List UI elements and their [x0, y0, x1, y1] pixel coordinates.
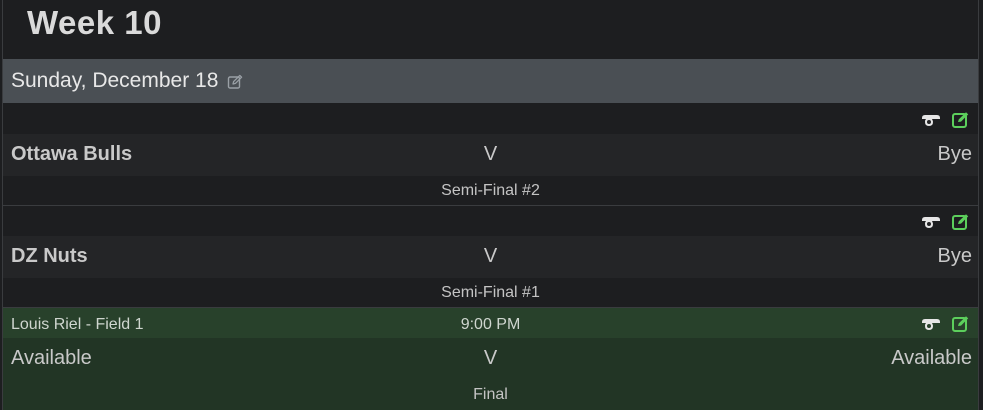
game-row-selected[interactable]: Louis Riel - Field 1 9:00 PM Available V…: [3, 308, 978, 410]
game-name-bar: Final: [3, 380, 978, 410]
game-actions: [920, 111, 972, 129]
matchup-bar: DZ Nuts V Bye: [3, 236, 978, 278]
game-time: 9:00 PM: [460, 316, 521, 333]
edit-icon[interactable]: [950, 111, 972, 129]
away-team: Bye: [937, 143, 972, 165]
week-title: Week 10: [27, 4, 162, 41]
game-name: Final: [473, 386, 508, 403]
versus-label: V: [483, 143, 498, 165]
game-row: Ottawa Bulls V Bye Semi-Final #2: [3, 104, 978, 206]
day-label: Sunday, December 18: [11, 69, 219, 92]
game-actions: [920, 315, 972, 333]
game-name-bar: Semi-Final #1: [3, 278, 978, 308]
game-row: DZ Nuts V Bye Semi-Final #1: [3, 206, 978, 308]
game-name: Semi-Final #2: [441, 182, 540, 199]
whistle-icon[interactable]: [920, 213, 942, 231]
matchup-bar: Ottawa Bulls V Bye: [3, 134, 978, 176]
whistle-icon[interactable]: [920, 111, 942, 129]
game-info-bar: [3, 206, 978, 236]
versus-label: V: [483, 347, 498, 369]
day-header: Sunday, December 18: [3, 59, 978, 103]
game-info-bar: [3, 104, 978, 134]
whistle-icon[interactable]: [920, 315, 942, 333]
away-team: Bye: [937, 245, 972, 267]
game-info-bar: Louis Riel - Field 1 9:00 PM: [3, 308, 978, 338]
game-actions: [920, 213, 972, 231]
schedule-panel: Week 10 Sunday, December 18 Ottawa Bulls…: [2, 0, 979, 410]
edit-icon[interactable]: [950, 315, 972, 333]
game-name-bar: Semi-Final #2: [3, 176, 978, 206]
matchup-bar: Available V Available: [3, 338, 978, 380]
versus-label: V: [483, 245, 498, 267]
edit-day-icon[interactable]: [227, 74, 243, 90]
away-team: Available: [891, 347, 972, 369]
edit-icon[interactable]: [950, 213, 972, 231]
game-name: Semi-Final #1: [441, 284, 540, 301]
